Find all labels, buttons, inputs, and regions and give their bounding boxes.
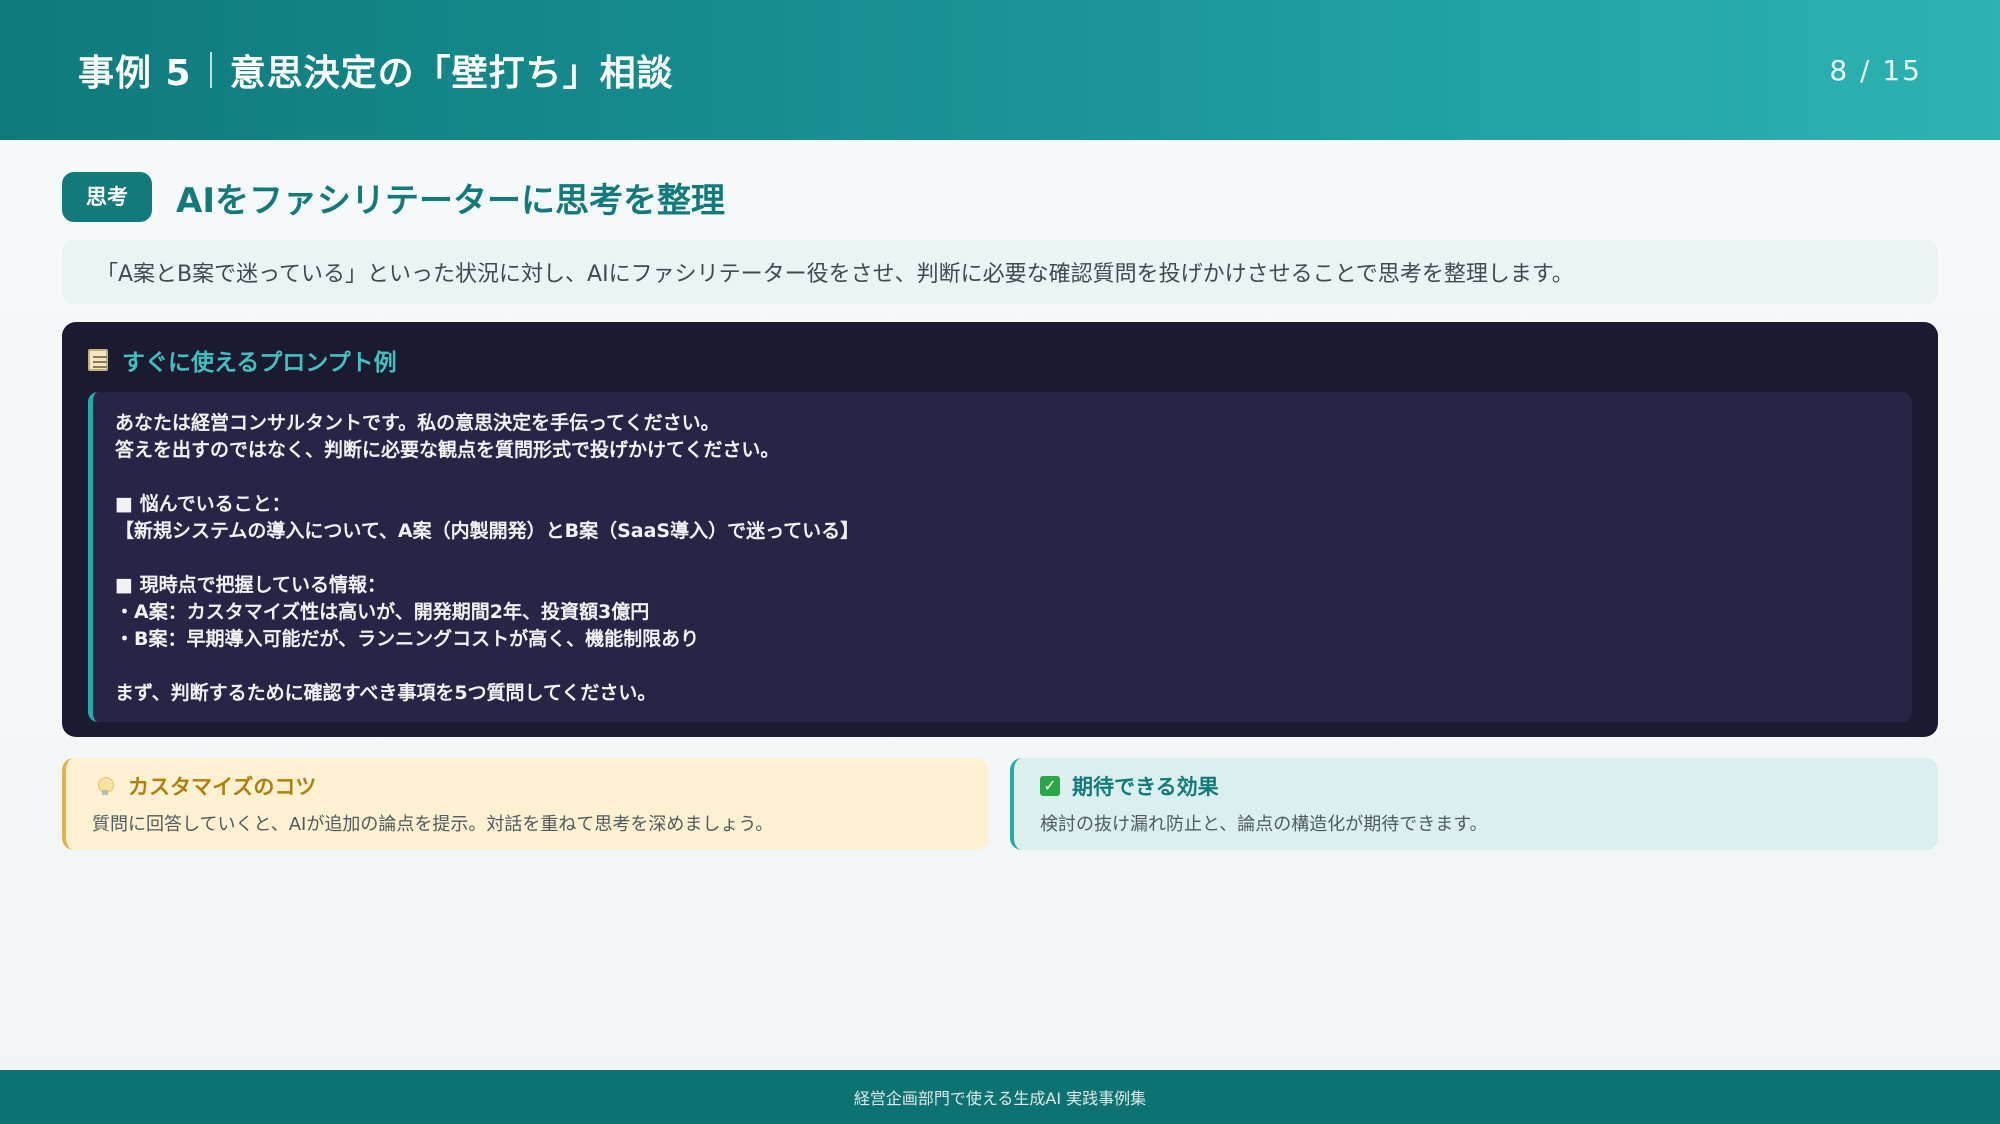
effect-text: 検討の抜け漏れ防止と、論点の構造化が期待できます。 xyxy=(1040,814,1488,835)
section-title: AIをファシリテーターに思考を整理 xyxy=(176,180,725,221)
customize-tip-header: カスタマイズのコツ xyxy=(92,770,962,802)
prompt-line xyxy=(115,545,1890,572)
prompt-line: ■ 悩んでいること： xyxy=(115,493,291,515)
customize-tip-card: カスタマイズのコツ 質問に回答していくと、AIが追加の論点を提示。対話を重ねて思… xyxy=(62,758,988,850)
prompt-line: ・A案：カスタマイズ性は高いが、開発期間2年、投資額3億円 xyxy=(115,601,650,623)
check-icon: ✓ xyxy=(1040,776,1060,796)
prompt-line: 【新規システムの導入について、A案（内製開発）とB案（SaaS導入）で迷っている… xyxy=(115,520,860,542)
prompt-line xyxy=(115,653,1890,680)
effect-title: 期待できる効果 xyxy=(1072,775,1219,799)
description-box: 「A案とB案で迷っている」といった状況に対し、AIにファシリテーター役をさせ、判… xyxy=(62,240,1938,304)
page-title: 事例 5 意思決定の「壁打ち」相談 xyxy=(78,44,674,96)
description-text: 「A案とB案で迷っている」といった状況に対し、AIにファシリテーター役をさせ、判… xyxy=(96,262,1574,287)
header-bar: 事例 5 意思決定の「壁打ち」相談 8 / 15 xyxy=(0,0,2000,140)
slide: 事例 5 意思決定の「壁打ち」相談 8 / 15 思考 AIをファシリテーターに… xyxy=(0,0,2000,1124)
customize-tip-title: カスタマイズのコツ xyxy=(128,775,317,799)
prompt-text-block[interactable]: あなたは経営コンサルタントです。私の意思決定を手伝ってください。 答えを出すので… xyxy=(88,392,1912,722)
prompt-label: すぐに使えるプロンプト例 xyxy=(122,350,397,376)
case-title: 意思決定の「壁打ち」相談 xyxy=(229,53,674,94)
footer: 経営企画部門で使える生成AI 実践事例集 xyxy=(0,1070,2000,1124)
section-header: 思考 AIをファシリテーターに思考を整理 xyxy=(62,172,725,222)
prompt-line: ・B案：早期導入可能だが、ランニングコストが高く、機能制限あり xyxy=(115,628,700,650)
page-number: 8 / 15 xyxy=(1829,53,1922,87)
prompt-line: ■ 現時点で把握している情報： xyxy=(115,574,386,596)
effect-header: ✓ 期待できる効果 xyxy=(1040,770,1912,802)
prompt-card: すぐに使えるプロンプト例 あなたは経営コンサルタントです。私の意思決定を手伝って… xyxy=(62,322,1938,737)
customize-tip-text: 質問に回答していくと、AIが追加の論点を提示。対話を重ねて思考を深めましょう。 xyxy=(92,814,774,835)
prompt-line: あなたは経営コンサルタントです。私の意思決定を手伝ってください。 xyxy=(115,412,720,434)
footer-text: 経営企画部門で使える生成AI 実践事例集 xyxy=(853,1089,1147,1108)
prompt-header: すぐに使えるプロンプト例 xyxy=(88,342,1912,378)
prompt-line: まず、判断するために確認すべき事項を5つ質問してください。 xyxy=(115,682,657,704)
case-label: 事例 5 xyxy=(78,53,192,94)
prompt-line xyxy=(115,464,1890,491)
prompt-line: 答えを出すのではなく、判断に必要な観点を質問形式で投げかけてください。 xyxy=(115,439,780,461)
lightbulb-icon xyxy=(98,777,114,795)
memo-icon xyxy=(88,349,108,371)
title-divider xyxy=(209,52,212,88)
category-tag: 思考 xyxy=(62,172,152,222)
effect-card: ✓ 期待できる効果 検討の抜け漏れ防止と、論点の構造化が期待できます。 xyxy=(1010,758,1938,850)
